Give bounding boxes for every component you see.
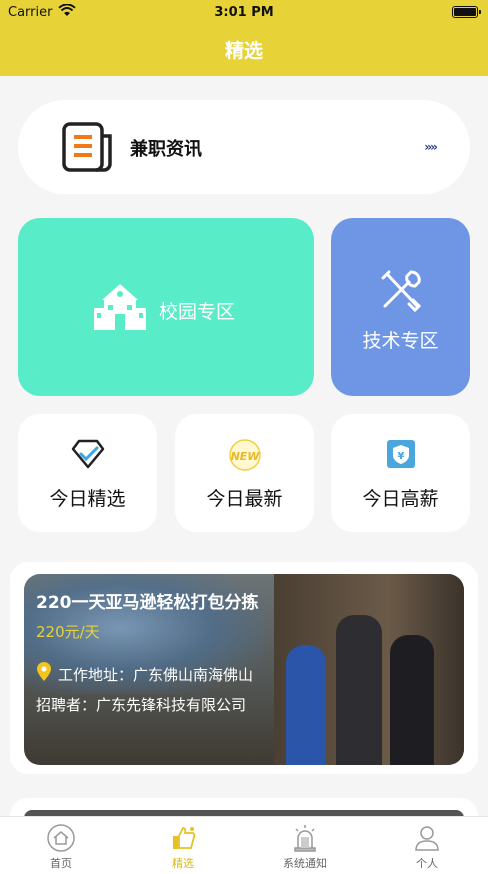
user-icon bbox=[412, 823, 442, 857]
page-title: 精选 bbox=[224, 40, 263, 62]
thumbs-up-icon bbox=[168, 823, 198, 857]
newspaper-icon bbox=[62, 122, 114, 176]
clock-label: 3:01 PM bbox=[214, 5, 274, 20]
status-bar: Carrier 3:01 PM bbox=[0, 0, 488, 26]
school-building-icon bbox=[92, 280, 148, 338]
location-pin-icon bbox=[36, 662, 52, 686]
alarm-icon bbox=[290, 823, 320, 857]
tab-featured-label: 精选 bbox=[172, 857, 194, 870]
tab-profile-label: 个人 bbox=[416, 857, 438, 870]
svg-text:¥: ¥ bbox=[397, 451, 404, 462]
photo-person bbox=[390, 635, 434, 765]
tab-featured[interactable]: 精选 bbox=[122, 817, 244, 874]
tech-zone-label: 技术专区 bbox=[362, 330, 439, 352]
today-picks-card[interactable]: 今日精选 bbox=[18, 414, 157, 532]
today-high-pay-card[interactable]: ¥ 今日高薪 bbox=[331, 414, 470, 532]
new-badge-icon: NEW bbox=[227, 438, 263, 476]
bottom-tab-bar: 首页 精选 系统通知 个人 bbox=[0, 816, 488, 874]
job-photo-banner: 220一天亚马逊轻松打包分拣 220元/天 工作地址：广东佛山南海佛山 招聘者：… bbox=[24, 574, 464, 765]
svg-text:NEW: NEW bbox=[230, 450, 260, 463]
today-picks-label: 今日精选 bbox=[49, 488, 126, 510]
job-address: 工作地址：广东佛山南海佛山 bbox=[36, 662, 253, 686]
job-company: 招聘者：广东先锋科技有限公司 bbox=[36, 696, 247, 714]
job-address-text: 工作地址：广东佛山南海佛山 bbox=[58, 665, 254, 684]
today-high-pay-label: 今日高薪 bbox=[362, 488, 439, 510]
home-icon bbox=[46, 823, 76, 857]
battery-icon bbox=[452, 6, 481, 18]
photo-person bbox=[336, 615, 382, 765]
today-latest-card[interactable]: NEW 今日最新 bbox=[175, 414, 314, 532]
photo-person bbox=[286, 645, 326, 765]
tab-notifications[interactable]: 系统通知 bbox=[244, 817, 366, 874]
top-header: Carrier 3:01 PM 精选 bbox=[0, 0, 488, 76]
campus-zone-label: 校园专区 bbox=[159, 301, 236, 323]
tab-home[interactable]: 首页 bbox=[0, 817, 122, 874]
job-salary: 220元/天 bbox=[36, 623, 100, 641]
today-latest-label: 今日最新 bbox=[206, 488, 283, 510]
tab-home-label: 首页 bbox=[50, 857, 72, 870]
tech-zone-card[interactable]: 技术专区 bbox=[331, 218, 470, 396]
job-title: 220一天亚马逊轻松打包分拣 bbox=[36, 593, 259, 613]
job-listing-card[interactable]: 220一天亚马逊轻松打包分拣 220元/天 工作地址：广东佛山南海佛山 招聘者：… bbox=[10, 562, 478, 774]
tab-notifications-label: 系统通知 bbox=[283, 857, 327, 870]
yuan-shield-icon: ¥ bbox=[385, 438, 417, 474]
campus-zone-card[interactable]: 校园专区 bbox=[18, 218, 314, 396]
more-arrows-icon: ›››› bbox=[424, 140, 438, 154]
tab-profile[interactable]: 个人 bbox=[366, 817, 488, 874]
part-time-news-card[interactable]: 兼职资讯 ›››› bbox=[18, 100, 470, 194]
diamond-icon bbox=[70, 438, 106, 474]
tools-icon bbox=[379, 268, 423, 316]
news-label: 兼职资讯 bbox=[130, 139, 202, 160]
